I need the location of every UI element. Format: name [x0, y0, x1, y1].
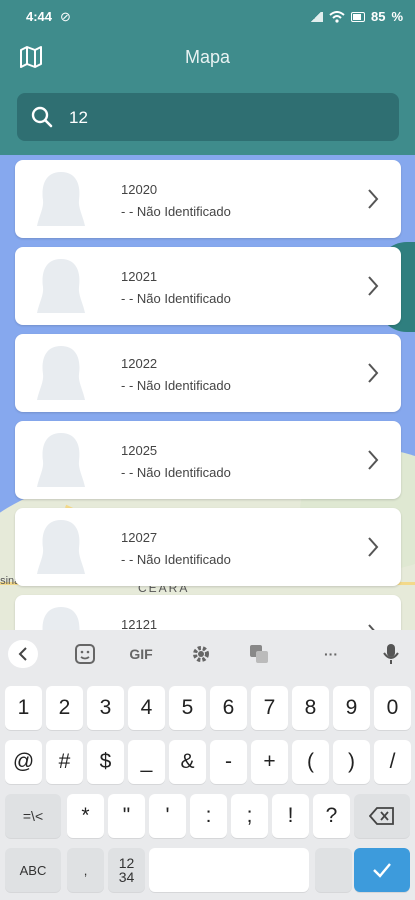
key-ampersand[interactable]: & — [169, 740, 206, 784]
item-description: - - Não Identificado — [121, 204, 231, 219]
key-double-quote[interactable]: " — [108, 794, 145, 838]
wifi-icon — [329, 10, 345, 23]
key-minus[interactable]: - — [210, 740, 247, 784]
battery-icon — [350, 11, 365, 22]
backspace-icon — [369, 807, 394, 825]
search-icon — [31, 106, 53, 128]
cell-signal-icon — [308, 11, 323, 22]
item-description: - - Não Identificado — [121, 465, 231, 480]
list-item[interactable]: 12022 - - Não Identificado — [15, 334, 401, 412]
voice-input-button[interactable] — [378, 640, 404, 668]
key-numpad[interactable]: 12 34 — [108, 848, 145, 892]
key-dollar[interactable]: $ — [87, 740, 124, 784]
key-exclamation[interactable]: ! — [272, 794, 309, 838]
backspace-key[interactable] — [354, 794, 410, 838]
item-id: 12121 — [121, 617, 158, 630]
item-description: - - Não Identificado — [121, 552, 231, 567]
gif-button[interactable]: GIF — [126, 640, 156, 668]
key-underscore[interactable]: _ — [128, 740, 165, 784]
avatar-placeholder-icon — [37, 259, 85, 313]
key-0[interactable]: 0 — [374, 686, 411, 730]
key-9[interactable]: 9 — [333, 686, 370, 730]
done-key[interactable] — [354, 848, 410, 892]
key-symbols-page[interactable]: =\< — [5, 794, 61, 838]
avatar-placeholder-icon — [37, 346, 85, 400]
key-open-paren[interactable]: ( — [292, 740, 329, 784]
list-item[interactable]: 12025 - - Não Identificado — [15, 421, 401, 499]
avatar-placeholder-icon — [42, 607, 80, 630]
microphone-icon — [383, 644, 399, 664]
item-id: 12025 — [121, 443, 158, 458]
key-semicolon[interactable]: ; — [231, 794, 268, 838]
chevron-right-icon — [368, 276, 379, 296]
space-key[interactable] — [149, 848, 309, 892]
page-title: Mapa — [184, 47, 231, 67]
check-icon — [373, 863, 391, 878]
chevron-right-icon — [368, 363, 379, 383]
key-question[interactable]: ? — [313, 794, 350, 838]
avatar-placeholder-icon — [37, 520, 85, 574]
item-description: - - Não Identificado — [121, 291, 231, 306]
avatar-placeholder-icon — [37, 433, 85, 487]
battery-percent-sign: % — [391, 9, 403, 24]
chevron-right-icon — [368, 624, 375, 630]
soft-keyboard: GIF ··· 1 2 3 4 5 6 7 8 9 0 @ # $ _ & - … — [0, 630, 415, 900]
key-5[interactable]: 5 — [169, 686, 206, 730]
sticker-button[interactable] — [72, 640, 98, 668]
list-item[interactable]: 12021 - - Não Identificado — [15, 247, 401, 325]
key-1[interactable]: 1 — [5, 686, 42, 730]
more-button[interactable]: ··· — [318, 640, 344, 668]
chevron-right-icon — [368, 189, 379, 209]
key-period[interactable] — [315, 848, 352, 892]
key-3[interactable]: 3 — [87, 686, 124, 730]
item-id: 12027 — [121, 530, 158, 545]
item-description: - - Não Identificado — [121, 378, 231, 393]
sticker-icon — [75, 644, 95, 664]
key-asterisk[interactable]: * — [67, 794, 104, 838]
search-input[interactable] — [67, 105, 371, 131]
key-hash[interactable]: # — [46, 740, 83, 784]
app-header: 4:44 ⊘ 85% Mapa — [0, 0, 415, 155]
key-close-paren[interactable]: ) — [333, 740, 370, 784]
translate-icon — [250, 645, 268, 663]
chevron-left-icon — [18, 647, 27, 661]
item-id: 12021 — [121, 269, 158, 284]
key-plus[interactable]: + — [251, 740, 288, 784]
key-4[interactable]: 4 — [128, 686, 165, 730]
key-2[interactable]: 2 — [46, 686, 83, 730]
key-abc[interactable]: ABC — [5, 848, 61, 892]
keyboard-toolbar: GIF ··· — [0, 630, 415, 678]
list-item[interactable]: 12020 - - Não Identificado — [15, 160, 401, 238]
settings-button[interactable] — [188, 640, 214, 668]
top-app-bar: Mapa — [0, 34, 415, 82]
chevron-right-icon — [368, 450, 379, 470]
translate-button[interactable] — [246, 640, 272, 668]
key-6[interactable]: 6 — [210, 686, 247, 730]
chevron-right-icon — [368, 537, 379, 557]
list-item[interactable]: 12027 - - Não Identificado — [15, 508, 401, 586]
gear-icon — [193, 646, 209, 662]
item-id: 12022 — [121, 356, 158, 371]
do-not-disturb-icon: ⊘ — [60, 9, 71, 24]
key-at[interactable]: @ — [5, 740, 42, 784]
list-item[interactable]: 12121 — [15, 595, 401, 630]
item-id: 12020 — [121, 182, 158, 197]
results-list: 12020 - - Não Identificado 12021 - - Não… — [0, 160, 415, 630]
key-slash[interactable]: / — [374, 740, 411, 784]
key-7[interactable]: 7 — [251, 686, 288, 730]
search-bar[interactable] — [17, 93, 399, 141]
key-single-quote[interactable]: ' — [149, 794, 186, 838]
key-colon[interactable]: : — [190, 794, 227, 838]
status-bar: 4:44 ⊘ 85% — [0, 0, 415, 34]
status-time: 4:44 — [26, 9, 53, 24]
collapse-toolbar-button[interactable] — [8, 640, 38, 668]
avatar-placeholder-icon — [37, 172, 85, 226]
key-comma[interactable]: , — [67, 848, 104, 892]
battery-level: 85 — [370, 9, 386, 24]
key-8[interactable]: 8 — [292, 686, 329, 730]
